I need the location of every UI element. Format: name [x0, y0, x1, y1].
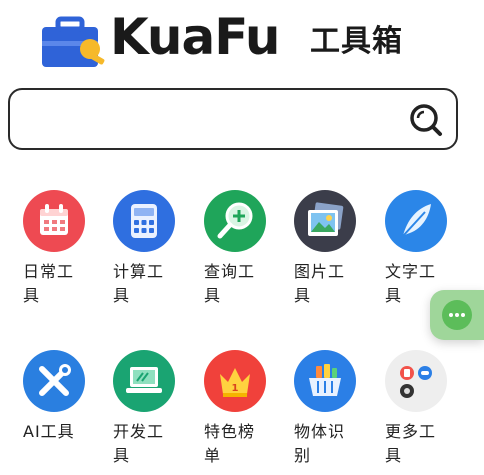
tool-label: 物体识别 [294, 422, 346, 465]
basket-icon [294, 350, 356, 412]
search-bar[interactable] [8, 88, 458, 150]
app-logo: KuaFu 工具箱 [38, 5, 438, 71]
tool-label: 计算工具 [113, 262, 165, 305]
laptop-icon [113, 350, 175, 412]
crown-icon: 1 [204, 350, 266, 412]
more-dots-icon [442, 300, 472, 330]
svg-text:1: 1 [232, 383, 239, 394]
tool-label: 开发工具 [113, 422, 165, 465]
calculator-icon [113, 190, 175, 252]
toolbox-logo-icon [42, 16, 105, 67]
search-icon[interactable] [408, 102, 444, 138]
logo-suffix: 工具箱 [310, 24, 403, 59]
tool-label: AI工具 [23, 422, 75, 441]
tool-label: 更多工具 [385, 422, 437, 465]
search-input[interactable] [24, 98, 398, 142]
magnifier-plus-icon [204, 190, 266, 252]
logo-text: KuaFu [110, 8, 280, 66]
tool-label: 查询工具 [204, 262, 256, 305]
calendar-icon [23, 190, 85, 252]
tool-label: 日常工具 [23, 262, 75, 305]
picture-icon [294, 190, 356, 252]
floating-more-button[interactable] [430, 290, 484, 340]
feather-icon [385, 190, 447, 252]
wrench-screwdriver-icon [23, 350, 85, 412]
tool-label: 特色榜单 [204, 422, 256, 465]
apps-grid-icon [385, 350, 447, 412]
tool-label: 图片工具 [294, 262, 346, 305]
